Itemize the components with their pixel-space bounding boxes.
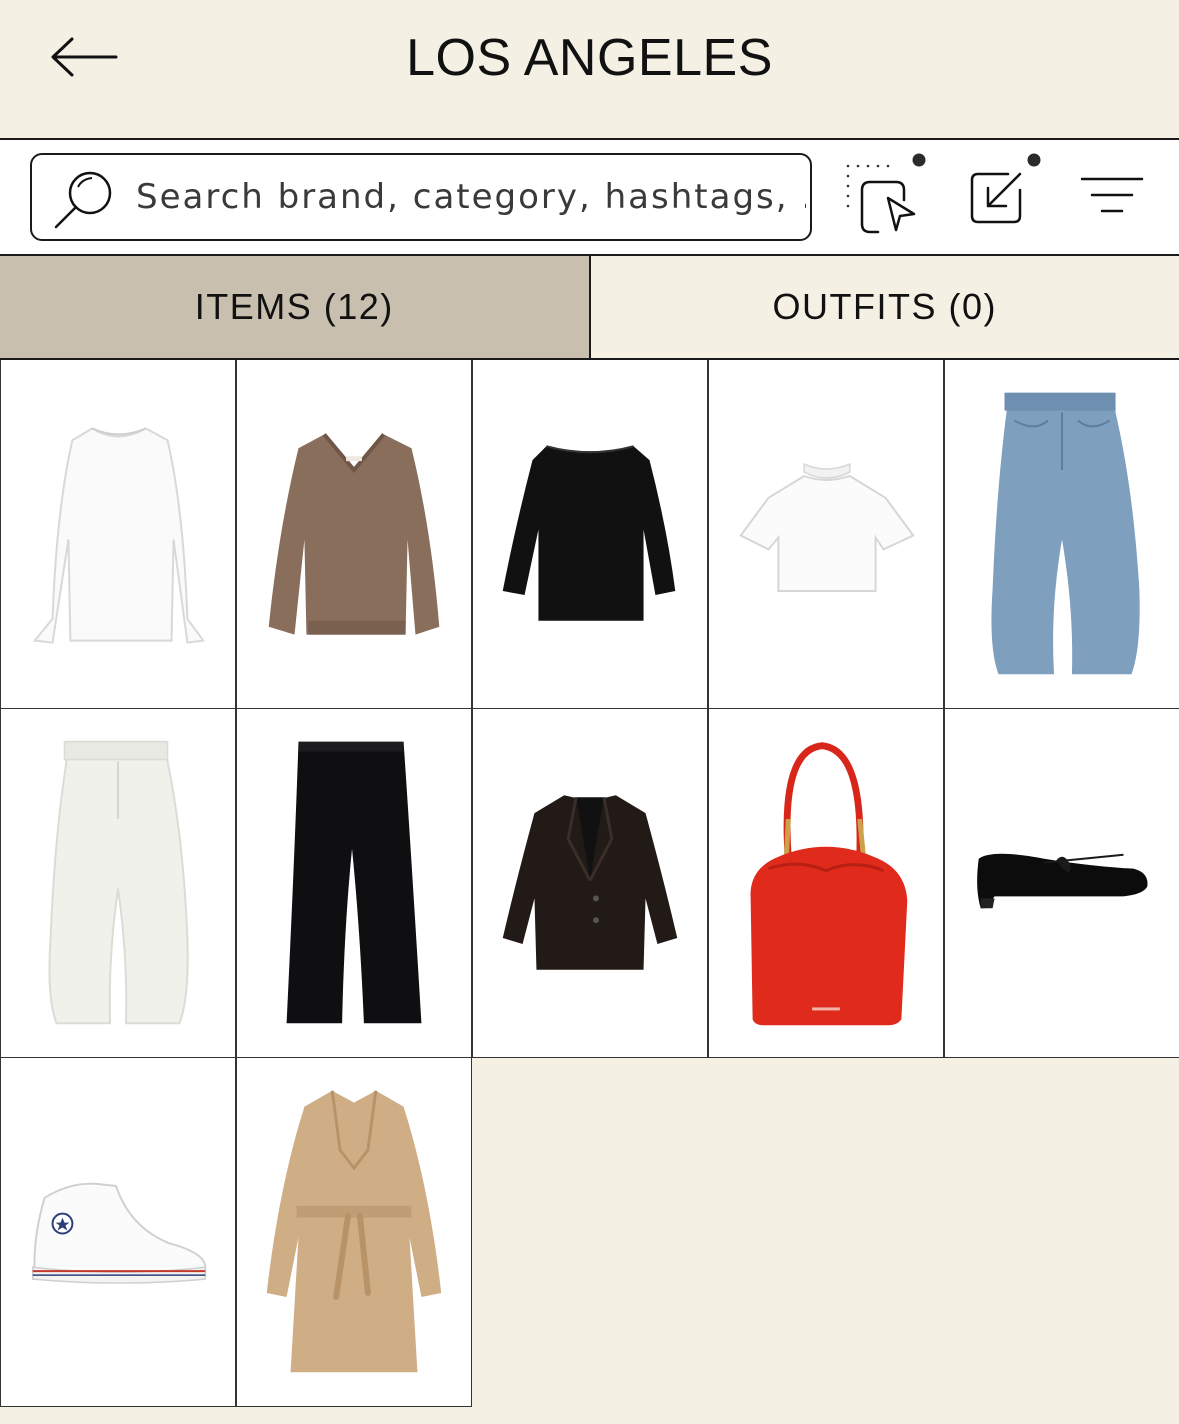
beige-trench-coat-image: [266, 1090, 442, 1373]
white-high-top-sneaker-image: [31, 1182, 207, 1284]
item-card[interactable]: [236, 709, 472, 1058]
item-card[interactable]: [944, 360, 1179, 709]
item-card[interactable]: [708, 360, 944, 709]
black-blazer-image: [502, 795, 678, 970]
page-title: LOS ANGELES: [406, 29, 773, 87]
header: LOS ANGELES: [0, 0, 1179, 140]
item-card[interactable]: [472, 360, 708, 709]
item-card[interactable]: [0, 360, 236, 709]
white-barrel-jeans-image: [48, 740, 189, 1025]
share-export-icon: [970, 153, 1041, 224]
red-leather-bag-image: [750, 742, 908, 1026]
filter-lines-icon: [1080, 177, 1144, 213]
black-boat-neck-top-image: [502, 445, 676, 621]
blue-barrel-jeans-image: [991, 392, 1140, 675]
item-card[interactable]: [0, 709, 236, 1058]
share-button[interactable]: [960, 150, 1056, 246]
item-card[interactable]: [472, 709, 708, 1058]
item-card[interactable]: [944, 709, 1179, 1058]
filter-button[interactable]: [1076, 162, 1148, 234]
select-cursor-icon: [846, 153, 926, 234]
toolbar: [0, 140, 1179, 256]
item-card[interactable]: [708, 709, 944, 1058]
item-card[interactable]: [236, 1058, 472, 1407]
search-input[interactable]: [136, 169, 806, 225]
black-ballet-flat-image: [977, 853, 1148, 909]
item-card[interactable]: [236, 360, 472, 709]
black-wide-trousers-image: [286, 741, 422, 1024]
search-bar[interactable]: [30, 153, 812, 241]
select-items-button[interactable]: [840, 150, 936, 246]
white-long-sleeve-top-image: [32, 427, 206, 644]
item-card[interactable]: [0, 1058, 236, 1407]
tab-bar: ITEMS (12) OUTFITS (0): [0, 256, 1179, 360]
brown-v-neck-sweater-image: [268, 433, 440, 635]
white-cropped-tee-image: [739, 462, 915, 593]
tab-outfits[interactable]: OUTFITS (0): [590, 256, 1179, 358]
search-icon: [54, 171, 112, 229]
tab-items[interactable]: ITEMS (12): [0, 256, 591, 358]
